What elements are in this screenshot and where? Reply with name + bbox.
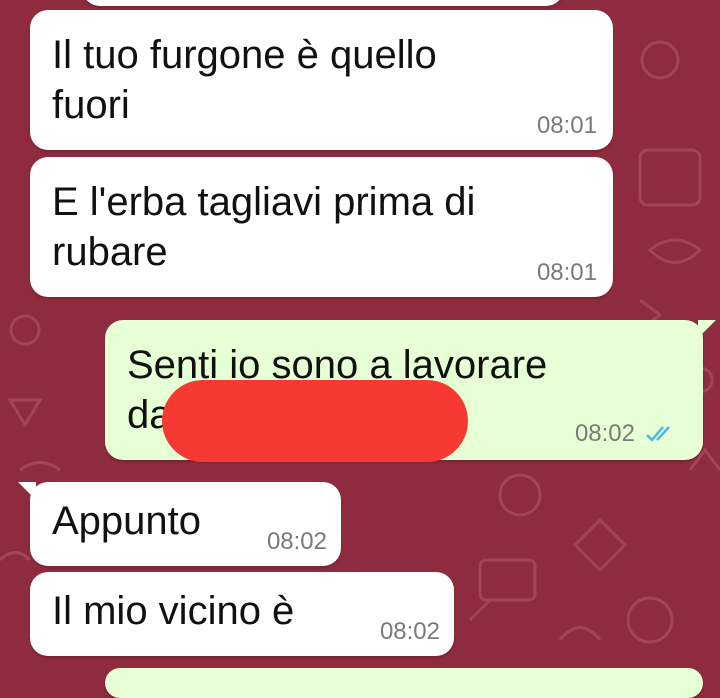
message-timestamp: 08:02 (574, 420, 635, 447)
redaction-mark (162, 380, 468, 462)
message-timestamp: 08:01 (536, 259, 597, 286)
message-text: E l'erba tagliavi prima di rubare (52, 180, 476, 274)
message-text: Il tuo furgone è quello fuori (52, 33, 437, 127)
double-check-read-icon (646, 426, 670, 442)
message-bubble-incoming[interactable]: E l'erba tagliavi prima di rubare 08:01 (30, 157, 613, 297)
message-bubble-incoming[interactable]: Il mio vicino è 08:02 (30, 572, 454, 656)
message-bubble-incoming[interactable]: Il tuo furgone è quello fuori 08:01 (30, 10, 613, 150)
previous-message-bubble[interactable] (82, 0, 564, 6)
message-text: Il mio vicino è (52, 589, 295, 633)
next-message-bubble-outgoing[interactable] (105, 668, 703, 698)
chat-screen: { "colors": { "wallpaper": "#8f2b3e", "i… (0, 0, 720, 698)
message-timestamp: 08:01 (536, 112, 597, 139)
message-bubble-incoming[interactable]: Appunto 08:02 (30, 482, 341, 566)
message-timestamp: 08:02 (266, 528, 327, 555)
message-text: Appunto (52, 499, 202, 543)
message-timestamp: 08:02 (379, 618, 440, 645)
